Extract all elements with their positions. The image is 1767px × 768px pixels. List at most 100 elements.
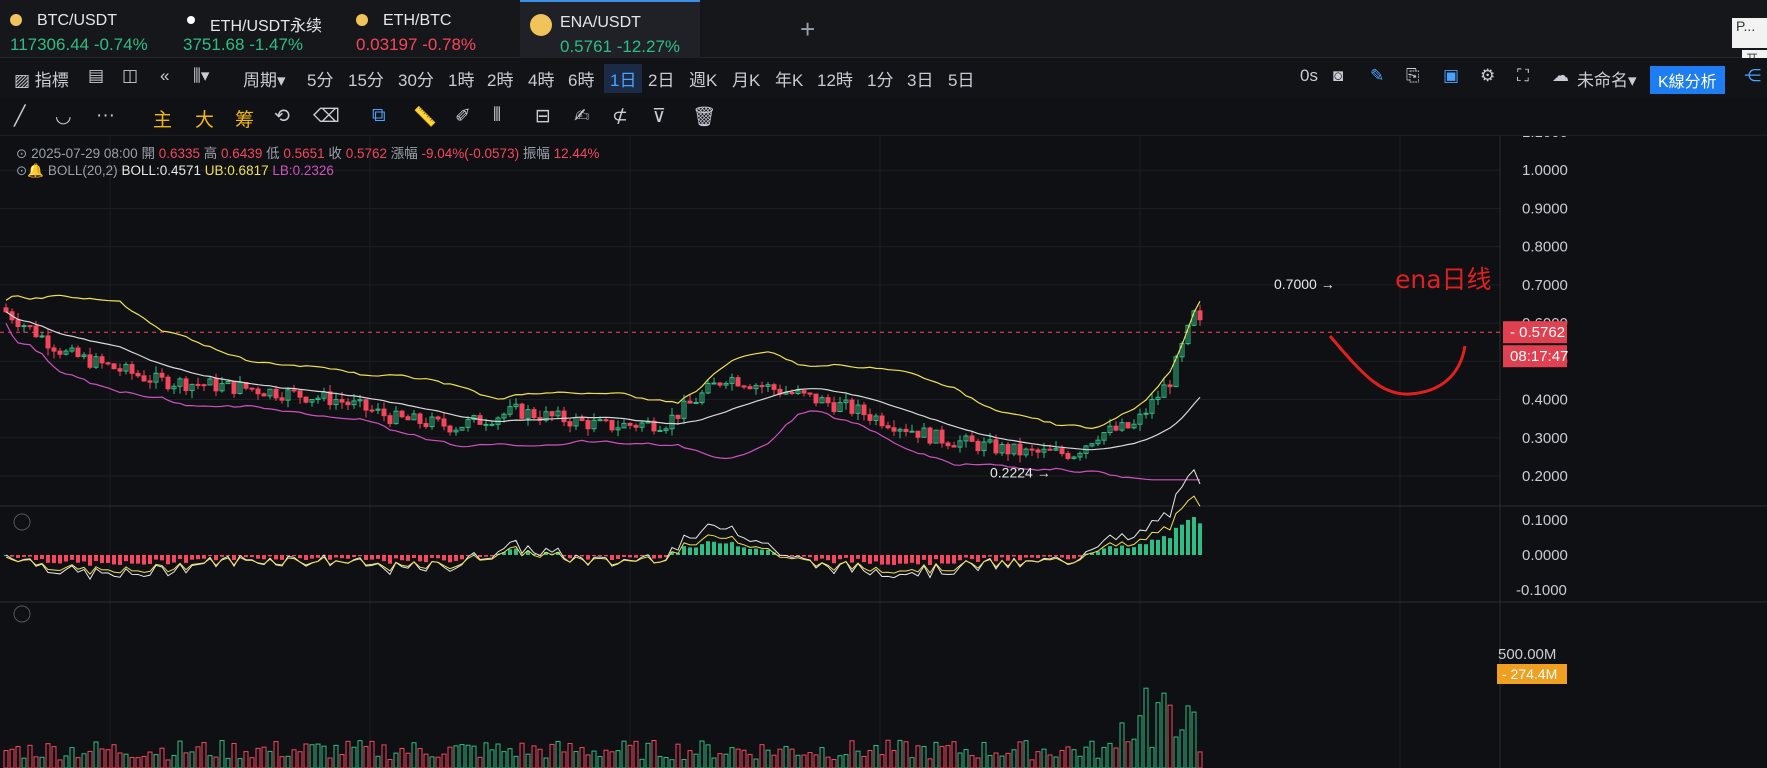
tab-btc-usdt[interactable]: BTC/USDT 117306.44 -0.74% (0, 0, 170, 57)
period-dropdown[interactable]: 周期▾ (243, 66, 286, 91)
bell-icon[interactable]: ⊙🔔 (16, 163, 44, 178)
chart-type-icon[interactable]: ⫼▾ (193, 66, 209, 86)
volume-bar (237, 758, 243, 768)
info-collapse-icon[interactable]: ⊙ (16, 146, 27, 161)
chart-area[interactable]: 1.10001.00000.90000.80000.70000.60000.50… (0, 136, 1767, 768)
volume-bar (1161, 692, 1167, 768)
macd-histogram-bar (598, 555, 602, 556)
indicators-button[interactable]: ▨ 指標 (14, 66, 69, 91)
interval-15m[interactable]: 15分 (348, 66, 384, 91)
candle-body (381, 408, 387, 417)
macd-histogram-bar (1072, 555, 1076, 559)
replay-icon[interactable]: ⎘ (1406, 66, 1420, 86)
interval-1h[interactable]: 1時 (448, 66, 474, 91)
interval-1min[interactable]: 1分 (867, 66, 893, 91)
trash-icon[interactable]: 🗑 (692, 105, 716, 129)
rewind-icon[interactable]: « (160, 66, 169, 86)
volume-bar (339, 753, 345, 768)
macd-histogram-bar (70, 555, 74, 560)
interval-6h[interactable]: 6時 (568, 66, 594, 91)
interval-2d[interactable]: 2日 (648, 66, 674, 91)
large-label[interactable]: 大 (195, 105, 214, 132)
volume-bar (543, 757, 549, 768)
macd-histogram-bar (748, 548, 752, 555)
interval-5d[interactable]: 5日 (948, 66, 974, 91)
volume-bar (1131, 738, 1137, 768)
candle-body (423, 422, 429, 428)
volume-bar (99, 748, 105, 768)
volume-bar (807, 752, 813, 768)
candle-body (345, 401, 351, 406)
sync-icon[interactable]: ⟲ (274, 105, 290, 128)
lock-icon[interactable]: ⊟ (535, 105, 551, 128)
candle-body (483, 423, 489, 426)
note-icon[interactable]: ✍ (574, 105, 590, 128)
interval-12h[interactable]: 12時 (817, 66, 853, 91)
chip-label[interactable]: 筹 (235, 105, 254, 132)
add-tab-icon[interactable]: + (800, 14, 815, 45)
candle-body (903, 428, 909, 433)
candle-settings-icon[interactable]: ▤ (88, 66, 104, 86)
copy-icon[interactable]: ⧉ (372, 105, 386, 127)
candle-body (927, 427, 933, 444)
volume-bar (387, 759, 393, 768)
tab-ena-usdt[interactable]: ENA/USDT 0.5761 -12.27% (520, 0, 700, 59)
macd-histogram-bar (700, 544, 704, 555)
candle-body (711, 382, 717, 385)
volume-bar (675, 743, 681, 768)
camera-icon[interactable]: ◙ (1333, 66, 1343, 86)
bars-icon[interactable]: ⫴ (493, 105, 501, 127)
save-icon[interactable]: ▣ (1443, 66, 1459, 86)
k-line-analysis-button[interactable]: K線分析 (1650, 66, 1725, 94)
ruler-icon[interactable]: 📏 (413, 105, 437, 129)
macd-histogram-bar (454, 555, 458, 561)
settings-icon[interactable]: ⚙ (1480, 66, 1495, 86)
candle-body (117, 368, 123, 372)
price-tick-label: 1.1000 (1522, 136, 1568, 141)
pen-icon[interactable]: ✎ (1370, 66, 1384, 86)
brush-icon[interactable]: ✐ (455, 105, 471, 128)
macd-histogram-bar (808, 555, 812, 558)
popup-box[interactable]: P... (1732, 18, 1767, 48)
boll-info: ⊙🔔 BOLL(20,2) BOLL:0.4571 UB:0.6817 LB:0… (16, 163, 334, 178)
volume-bar (51, 746, 57, 768)
line-tool-icon[interactable]: ╱ (14, 105, 25, 128)
macd-histogram-bar (1120, 545, 1124, 555)
interval-3d[interactable]: 3日 (907, 66, 933, 91)
cloud-icon[interactable]: ☁ (1552, 66, 1569, 86)
interval-year[interactable]: 年K (775, 66, 803, 91)
interval-2h[interactable]: 2時 (487, 66, 513, 91)
curve-tool-icon[interactable]: ◡ (55, 105, 72, 128)
tab-eth-usdt-perp[interactable]: ETH/USDT永续 3751.68 -1.47% (173, 0, 348, 57)
volume-bar (579, 747, 585, 768)
interval-4h[interactable]: 4時 (528, 66, 554, 91)
candle-body (825, 397, 831, 404)
candle-body (633, 424, 639, 428)
interval-week[interactable]: 週K (689, 66, 717, 91)
main-label[interactable]: 主 (153, 105, 172, 132)
macd-histogram-bar (16, 555, 20, 558)
volume-bar (987, 755, 993, 768)
interval-5m[interactable]: 5分 (307, 66, 333, 91)
interval-30m[interactable]: 30分 (398, 66, 434, 91)
volume-bar (411, 742, 417, 768)
fullscreen-icon[interactable]: ⛶ (1517, 66, 1529, 86)
share-icon[interactable]: ⋲ (1744, 66, 1761, 86)
more-tools-icon[interactable]: ··· (96, 105, 115, 127)
interval-month[interactable]: 月K (732, 66, 760, 91)
template-dropdown[interactable]: 未命名▾ (1577, 66, 1637, 91)
volume-bar (921, 746, 927, 768)
filter-icon[interactable]: ⊽ (652, 105, 666, 128)
eraser-icon[interactable]: ⌫ (313, 105, 340, 128)
volume-bar (621, 740, 627, 768)
layout-icon[interactable]: ◫ (122, 66, 138, 86)
tab-eth-btc[interactable]: ETH/BTC 0.03197 -0.78% (346, 0, 516, 57)
magnet-icon[interactable]: ⊄ (612, 105, 628, 128)
interval-1d[interactable]: 1日 (604, 64, 643, 93)
volume-bar (615, 750, 621, 768)
candle-body (39, 335, 45, 338)
candle-body (147, 380, 153, 383)
candle-body (585, 420, 591, 430)
candle-body (405, 416, 411, 421)
volume-bar (207, 755, 213, 768)
